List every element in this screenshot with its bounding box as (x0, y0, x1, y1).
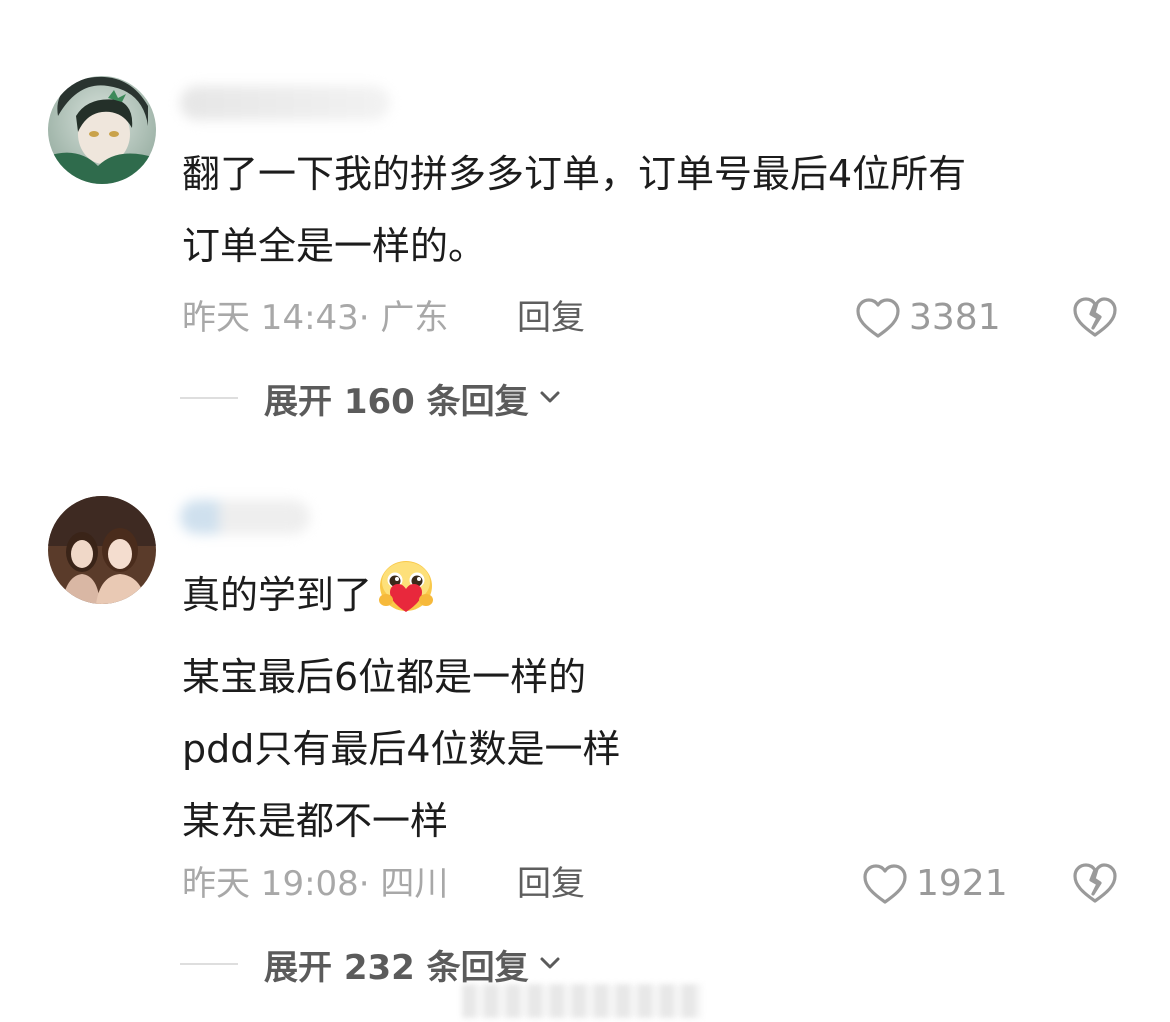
comment-text: 真的学到了 (182, 573, 373, 617)
comment-content: 真的学到了 某宝最后6位都是一样的 pdd只有最后4位数是一样 某东是都不一样 (182, 558, 1110, 857)
comment-line: pdd只有最后4位数是一样 (182, 727, 621, 771)
expand-replies[interactable]: 展开 232 条回复 (180, 942, 561, 988)
chevron-down-icon (539, 955, 561, 974)
comment-item: 真的学到了 某宝最后6位都是一样的 pdd只有最后4位数是一样 某东是都不一样 … (0, 0, 1170, 1022)
expand-replies-label: 展开 232 条回复 (264, 947, 529, 988)
heart-outline-icon (862, 863, 908, 905)
heart-hug-emoji (374, 558, 438, 641)
like-count: 1921 (916, 863, 1008, 904)
divider-line (180, 963, 238, 965)
avatar[interactable] (48, 496, 156, 604)
comment-meta: 昨天 19:08· 四川 (182, 864, 449, 904)
comment-line: 某东是都不一样 (182, 799, 449, 843)
dislike-button[interactable] (1073, 862, 1117, 906)
like-button[interactable]: 1921 (862, 862, 1008, 906)
comment-line: 真的学到了 (182, 558, 1110, 641)
username-blurred[interactable] (180, 500, 310, 534)
broken-heart-icon (1073, 863, 1117, 908)
reply-button[interactable]: 回复 (517, 864, 585, 904)
watermark (462, 984, 702, 1018)
comment-line: 某宝最后6位都是一样的 (182, 655, 587, 699)
